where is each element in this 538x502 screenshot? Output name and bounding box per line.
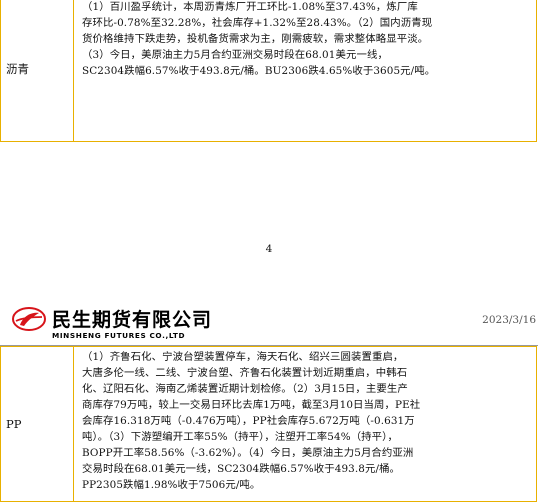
text-line: 商库存79万吨，较上一交易日环比去库1万吨，截至3月10日当周，PE社: [82, 399, 421, 411]
row-content-pp: （1）齐鲁石化、宁波台塑装置停车，海天石化、绍兴三圆装置重启， 大唐多伦一线、二…: [74, 347, 536, 501]
text-line: （3）今日，美原油主力5月合约亚洲交易时段在68.01美元一线，: [82, 49, 388, 61]
logo-mark-icon: [12, 307, 46, 331]
text-line: （1）齐鲁石化、宁波台塑装置停车，海天石化、绍兴三圆装置重启，: [82, 351, 404, 363]
section-pp-row: PP （1）齐鲁石化、宁波台塑装置停车，海天石化、绍兴三圆装置重启， 大唐多伦一…: [0, 346, 537, 502]
text-line: BOPP开工率58.56%（-3.62%）。（4）今日，美原油主力5月合约亚洲: [82, 447, 414, 459]
section-asphalt-row: 沥青 （1）百川盈孚统计，本周沥青炼厂开工环比-1.08%至37.43%，炼厂库…: [0, 0, 537, 142]
text-line: 会库存16.318万吨（-0.476万吨），PP社会库存5.672万吨（-0.6…: [82, 415, 415, 427]
row-label-asphalt: 沥青: [1, 0, 74, 141]
text-line: 吨）。（3）下游塑编开工率55%（持平），注塑开工率54%（持平），: [82, 431, 398, 443]
text-line: SC2304跌幅6.57%收于493.8元/桶。BU2306跌4.65%收于36…: [82, 65, 436, 77]
row-content-asphalt: （1）百川盈孚统计，本周沥青炼厂开工环比-1.08%至37.43%，炼厂库 存环…: [74, 0, 536, 141]
report-date: 2023/3/16: [482, 314, 536, 326]
text-line: 大唐多伦一线、二线、宁波台塑、齐鲁石化装置计划近期重启，中韩石: [82, 367, 408, 379]
text-line: （1）百川盈孚统计，本周沥青炼厂开工环比-1.08%至37.43%，炼厂库: [82, 1, 418, 13]
company-name-cn: 民生期货有限公司: [52, 309, 213, 331]
company-logo: 民生期货有限公司 MINSHENG FUTURES CO.,LTD: [12, 304, 242, 344]
text-line: 交易时段在68.01美元一线，SC2304跌幅6.57%收于493.8元/桶。: [82, 463, 401, 475]
page-number: 4: [265, 243, 273, 255]
text-line: 化、辽阳石化、海南乙烯装置近期计划检修。（2）3月15日，主要生产: [82, 383, 408, 395]
text-line: 存环比-0.78%至32.28%，社会库存+1.32%至28.43%。（2）国内…: [82, 17, 433, 29]
row-label-pp: PP: [1, 347, 74, 501]
company-name-en: MINSHENG FUTURES CO.,LTD: [52, 331, 186, 340]
text-line: PP2305跌幅1.98%收于7506元/吨。: [82, 479, 261, 491]
text-line: 货价格维持下跌走势，投机备货需求为主，刚需疲软，需求整体略显平淡。: [82, 33, 429, 45]
